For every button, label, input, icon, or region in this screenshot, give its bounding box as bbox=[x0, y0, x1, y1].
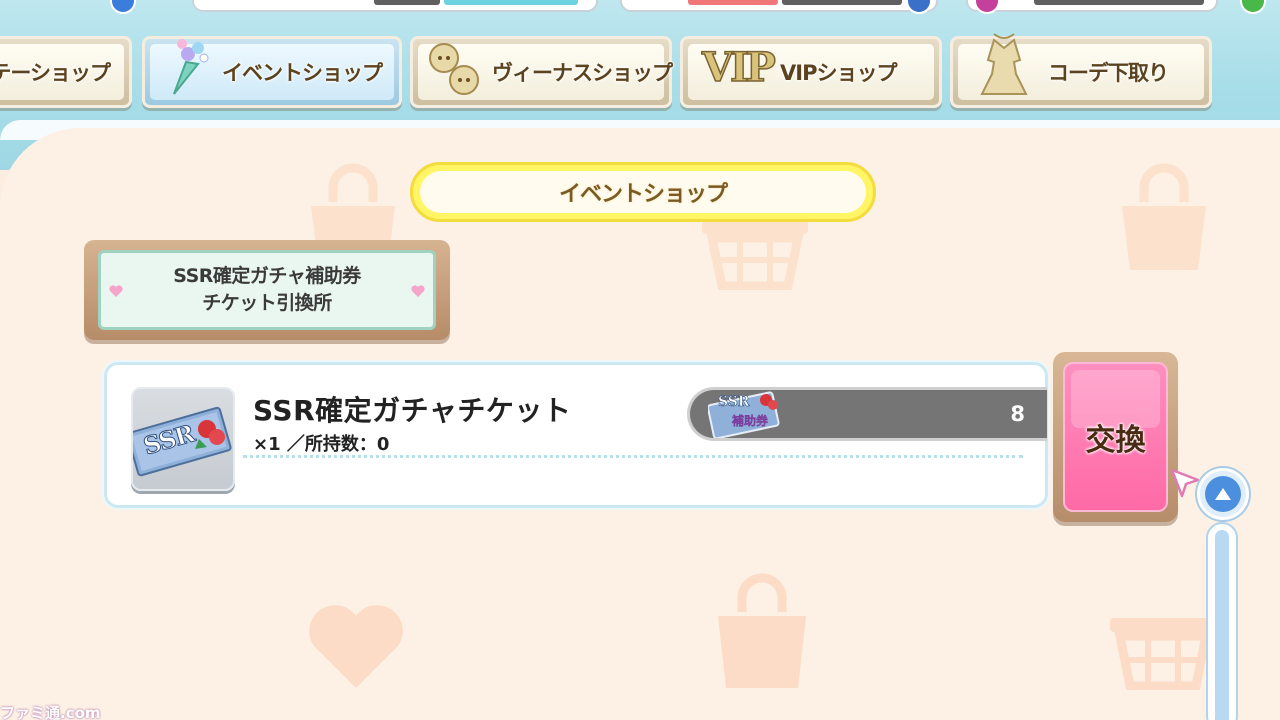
shopping-bag-icon bbox=[718, 573, 806, 688]
tab-label: イベントショップ bbox=[222, 61, 383, 85]
bouquet-icon bbox=[173, 39, 209, 95]
shopping-basket-icon bbox=[1110, 618, 1216, 690]
shop-title-banner: イベントショップ bbox=[410, 162, 876, 222]
outfit-icon bbox=[980, 33, 1028, 95]
cost-bar: SSR 補助券 8 bbox=[687, 387, 1047, 441]
shopping-bag-icon bbox=[1122, 163, 1206, 270]
avatar-icon[interactable] bbox=[110, 0, 136, 14]
heart-icon bbox=[109, 285, 123, 297]
sign-line-1: SSR確定ガチャ補助券 bbox=[173, 265, 361, 287]
tab-label: コーデ下取り bbox=[1048, 61, 1169, 85]
scrollbar-track[interactable] bbox=[1206, 522, 1238, 720]
tab-label: VIPショップ bbox=[780, 61, 897, 85]
status-bar bbox=[0, 0, 1280, 14]
add-currency-icon[interactable] bbox=[1240, 0, 1266, 14]
tab-dress-shop[interactable]: テーショップ bbox=[0, 36, 132, 108]
arrow-up-icon bbox=[1215, 488, 1231, 500]
shop-title-text: イベントショップ bbox=[558, 182, 728, 207]
heart-icon bbox=[411, 285, 425, 297]
shop-item-card: SSR SSR確定ガチャチケット ×1 ／所持数：0 SSR 補助券 8 bbox=[104, 362, 1048, 508]
venus-characters-icon bbox=[429, 43, 479, 95]
tab-venus-shop[interactable]: ヴィーナスショップ bbox=[410, 36, 673, 108]
item-quantity-owned: ×1 ／所持数：0 bbox=[253, 434, 390, 455]
scroll-up-button[interactable] bbox=[1197, 468, 1249, 520]
tab-label: ヴィーナスショップ bbox=[492, 61, 673, 85]
resource-gauge bbox=[620, 0, 938, 12]
tab-event-shop[interactable]: イベントショップ bbox=[142, 36, 402, 108]
exchange-button-label: 交換 bbox=[1085, 423, 1146, 458]
tab-label: テーショップ bbox=[0, 61, 111, 85]
vip-icon: VIP bbox=[701, 43, 776, 92]
scrollbar-thumb[interactable] bbox=[1215, 530, 1229, 720]
tab-coordinate-tradein[interactable]: コーデ下取り bbox=[950, 33, 1212, 108]
item-thumbnail: SSR bbox=[131, 387, 235, 491]
exchange-counter-sign: SSR確定ガチャ補助券 チケット引換所 bbox=[84, 240, 450, 340]
tab-vip-shop[interactable]: VIP VIPショップ bbox=[680, 36, 942, 108]
watermark: ファミ通.com bbox=[0, 704, 101, 720]
sign-line-2: チケット引換所 bbox=[202, 292, 332, 314]
heart-icon bbox=[309, 605, 403, 688]
exchange-button-frame: 交換 bbox=[1053, 352, 1178, 522]
ssr-voucher-icon: SSR 補助券 bbox=[708, 390, 782, 438]
cost-amount: 8 bbox=[1010, 402, 1025, 426]
voucher-bottom-text: 補助券 bbox=[732, 414, 769, 428]
item-name: SSR確定ガチャチケット bbox=[253, 394, 572, 427]
divider bbox=[243, 455, 1023, 458]
voucher-top-text: SSR bbox=[718, 394, 750, 411]
currency-gauge bbox=[966, 0, 1218, 12]
exchange-button[interactable]: 交換 bbox=[1063, 362, 1168, 512]
stamina-gauge bbox=[192, 0, 598, 12]
